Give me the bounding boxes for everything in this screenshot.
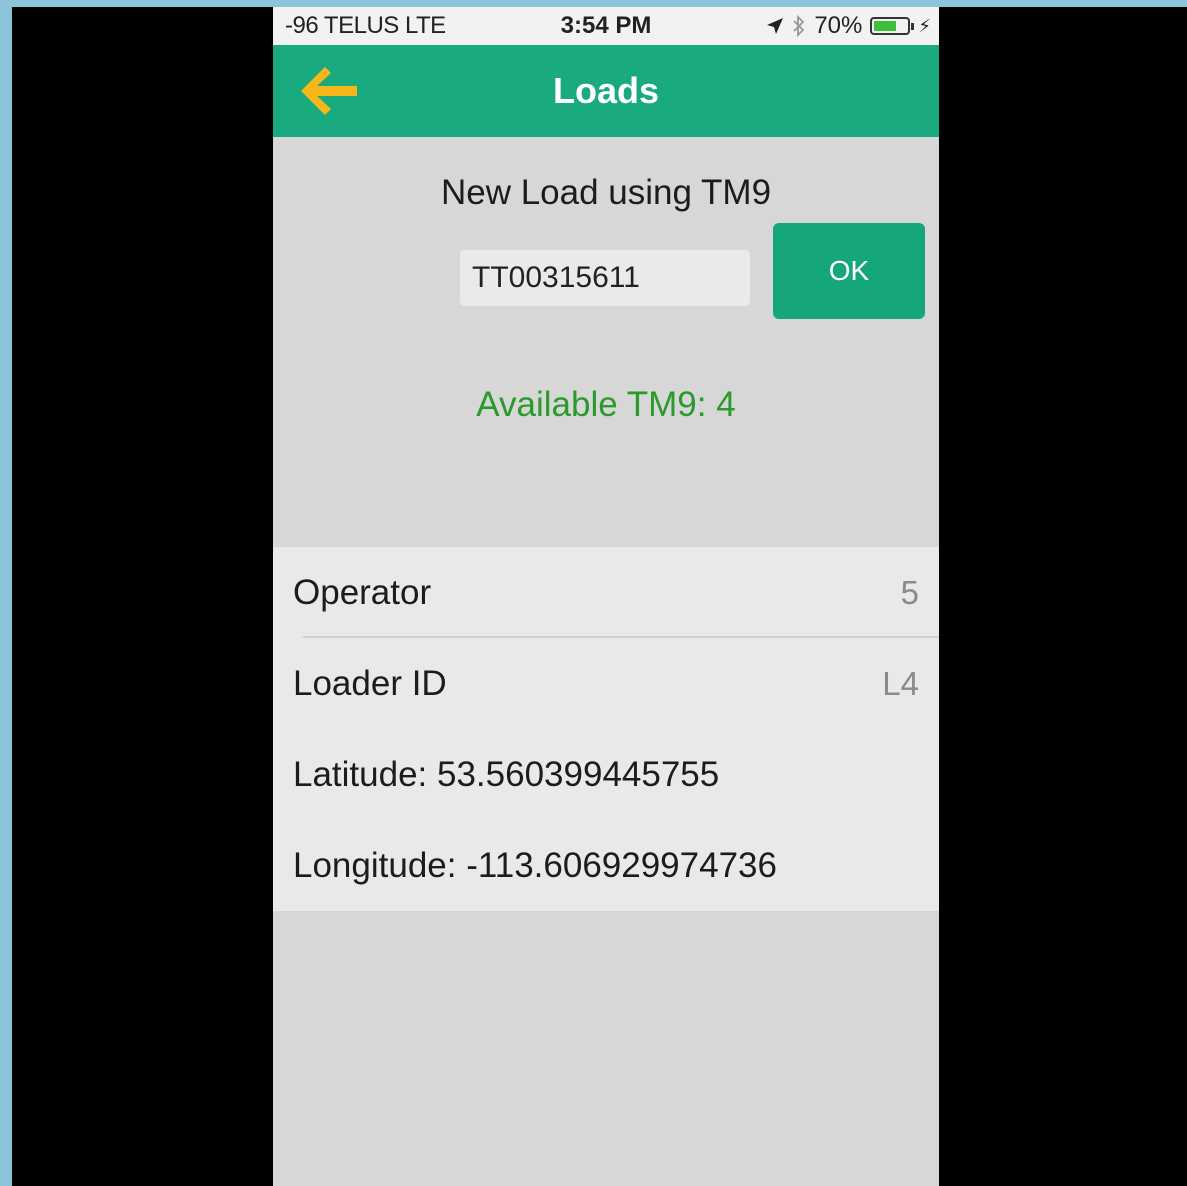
loader-id-value: L4 [882,664,919,702]
details-list: Operator 5 Loader ID L4 Latitude: 53.560… [273,547,939,911]
page-title: Loads [552,70,659,111]
operator-label: Operator [293,572,432,612]
longitude-row: Longitude: -113.606929974736 [273,820,939,911]
longitude-text: Longitude: -113.606929974736 [293,845,777,885]
battery-tip [911,23,915,30]
back-button[interactable] [297,61,361,121]
battery-icon [870,17,915,35]
new-load-form: New Load using TM9 OK Available TM9: 4 [273,137,939,547]
status-indicators: 70% ⚡ [766,12,931,40]
charging-bolt-icon: ⚡ [918,15,931,36]
back-arrow-icon [301,67,357,115]
form-heading: New Load using TM9 [440,173,772,212]
operator-value: 5 [900,573,919,611]
ok-button[interactable]: OK [773,223,925,319]
load-id-input[interactable] [460,250,750,306]
available-count: Available TM9: 4 [476,385,736,424]
carrier-text: -96 TELUS LTE [285,12,446,39]
top-border [0,0,1187,7]
left-border [0,0,12,1186]
operator-row[interactable]: Operator 5 [273,547,939,638]
latitude-text: Latitude: 53.560399445755 [293,754,720,794]
loader-id-label: Loader ID [293,663,447,703]
loader-id-row[interactable]: Loader ID L4 [273,638,939,729]
battery-percent: 70% [814,12,863,39]
bluetooth-icon [793,15,805,37]
battery-fill [874,21,897,31]
nav-bar: Loads [273,45,939,137]
location-arrow-icon [767,18,784,34]
screen-frame: -96 TELUS LTE 3:54 PM 70% ⚡ Loads New Lo… [0,0,1187,1186]
status-bar: -96 TELUS LTE 3:54 PM 70% ⚡ [273,7,939,45]
phone-screen: -96 TELUS LTE 3:54 PM 70% ⚡ Loads New Lo… [273,7,939,1186]
latitude-row: Latitude: 53.560399445755 [273,729,939,820]
